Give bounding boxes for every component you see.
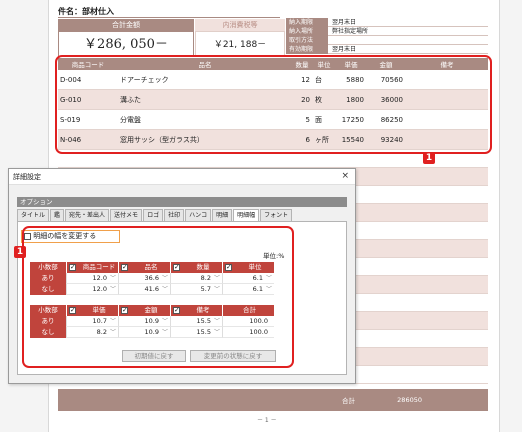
tab-details[interactable]: 明細 — [212, 209, 233, 221]
info-row: 有効期限 翌月末日 — [286, 45, 488, 54]
tax-header: 内消費税等 — [195, 19, 285, 31]
tax-value: ￥21, 188－ — [195, 31, 285, 57]
table-footer: 合計 286050 — [58, 389, 488, 411]
tab-title[interactable]: タイトル — [17, 209, 50, 221]
info-value: 翌月末日 — [328, 18, 488, 27]
delivery-info: 納入期限 翌月末日 納入場所 弊社指定場所 取引方法 有効期限 翌月末日 — [286, 18, 488, 54]
callout-badge: 1 — [423, 152, 435, 164]
tab-logo[interactable]: ロゴ — [143, 209, 164, 221]
total-amount-header: 合計金額 — [58, 19, 194, 31]
tab-memo[interactable]: 送付メモ — [110, 209, 143, 221]
subject-label: 件名：部材仕入 — [58, 7, 114, 16]
info-row: 取引方法 — [286, 36, 488, 45]
info-value: 翌月末日 — [328, 45, 488, 54]
subject-underline — [58, 17, 280, 18]
info-row: 納入場所 弊社指定場所 — [286, 27, 488, 36]
page-number: － 1 － — [257, 417, 277, 424]
footer-total-value: 286050 — [397, 396, 422, 404]
dialog-titlebar: 詳細設定 — [9, 169, 355, 185]
tab-cover[interactable]: 鑑 — [50, 209, 65, 221]
info-key: 取引方法 — [286, 36, 328, 45]
callout-badge: 1 — [14, 246, 26, 258]
info-row: 納入期限 翌月末日 — [286, 18, 488, 27]
info-key: 有効期限 — [286, 45, 328, 54]
tab-company-seal[interactable]: 社印 — [164, 209, 185, 221]
tab-address[interactable]: 宛先・差出人 — [65, 209, 110, 221]
callout-highlight-table — [55, 55, 492, 154]
tab-font[interactable]: フォント — [260, 209, 293, 221]
info-key: 納入期限 — [286, 18, 328, 27]
footer-total-label: 合計 — [342, 397, 355, 405]
tab-stamp[interactable]: ハンコ — [185, 209, 212, 221]
info-value: 弊社指定場所 — [328, 27, 488, 36]
info-value — [328, 36, 488, 45]
close-icon[interactable]: × — [341, 171, 349, 181]
callout-highlight-dialog — [22, 226, 294, 368]
total-amount-value: ￥286, 050－ — [58, 31, 194, 57]
dialog-title: 詳細設定 — [13, 172, 41, 181]
options-group-title: オプション — [17, 197, 347, 207]
info-key: 納入場所 — [286, 27, 328, 36]
